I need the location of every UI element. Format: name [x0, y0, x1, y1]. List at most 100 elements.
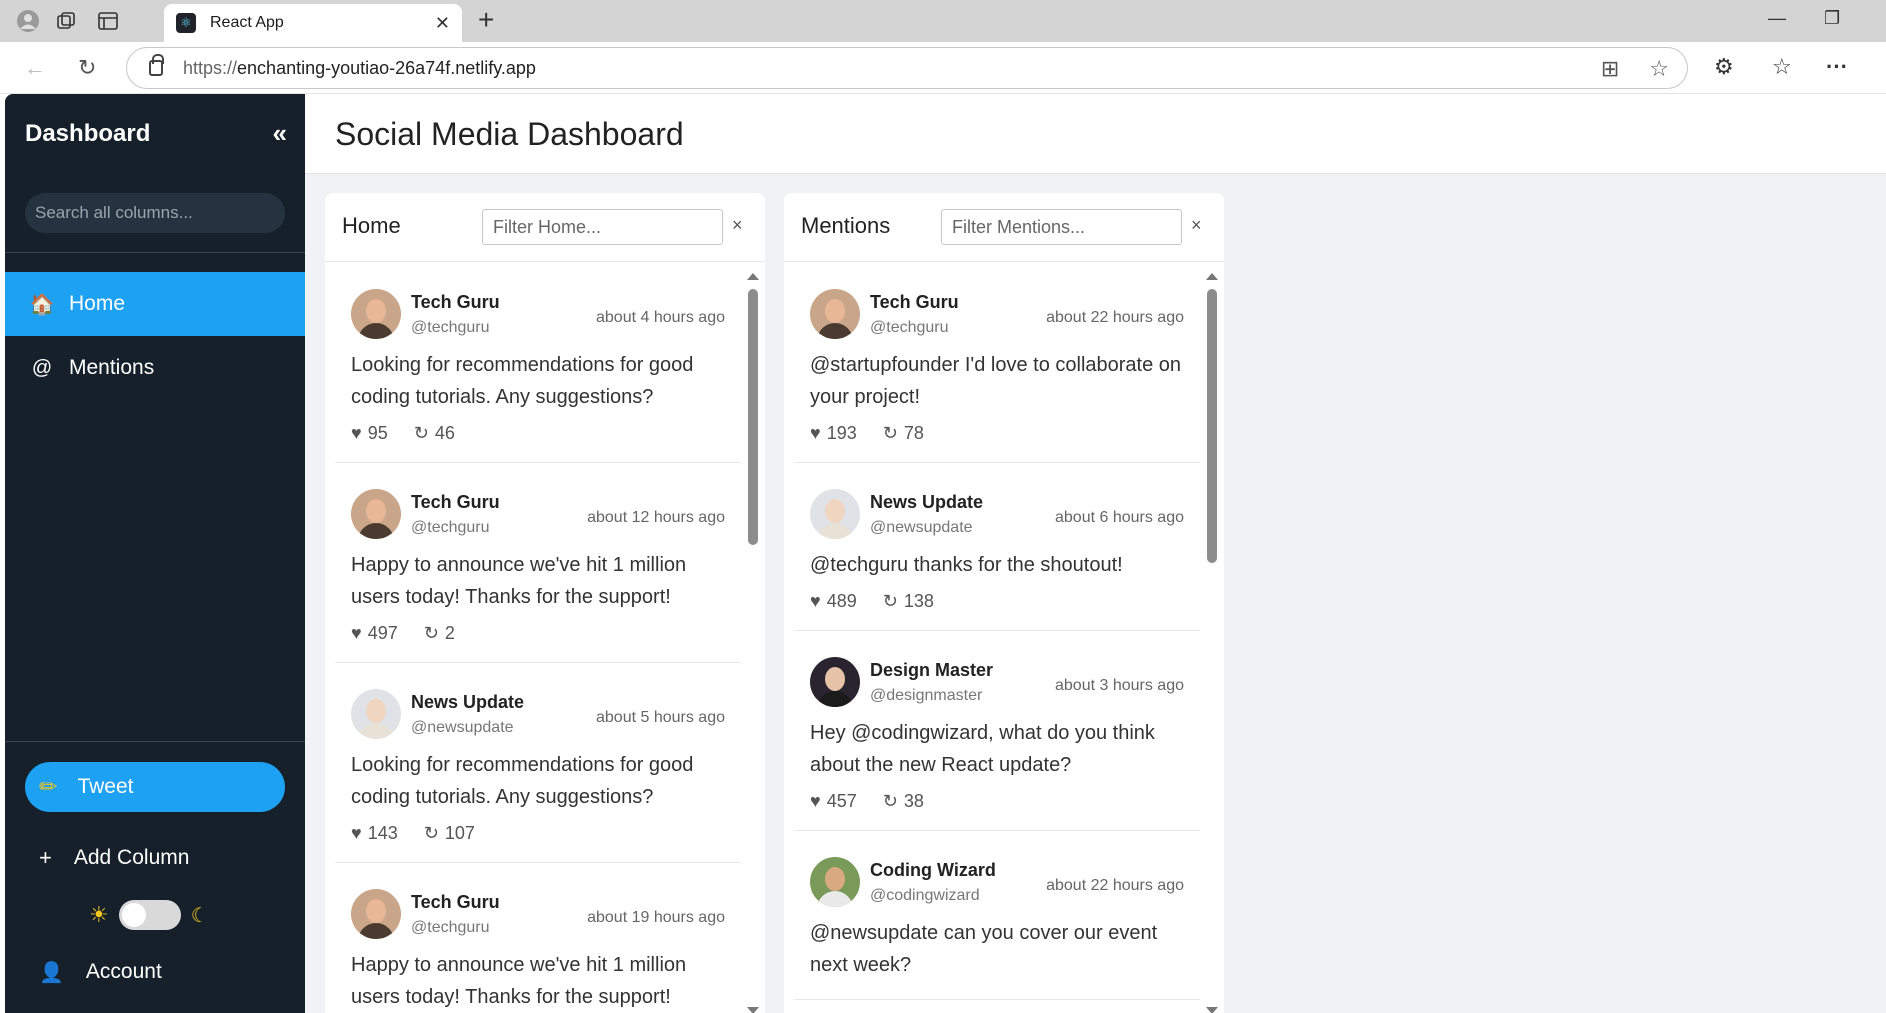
post-card[interactable]: Design Master @designmaster about 3 hours …	[794, 631, 1200, 831]
post-author-name[interactable]: Coding Wizard	[870, 859, 1046, 881]
post-author-handle[interactable]: @newsupdate	[870, 517, 1055, 539]
collapse-sidebar-icon[interactable]: «	[273, 118, 287, 149]
avatar[interactable]	[351, 489, 401, 539]
add-column-label: Add Column	[73, 846, 190, 869]
profile-icon[interactable]	[16, 9, 40, 33]
post-card[interactable]: Tech Guru @techguru about 12 hours ago Happ…	[335, 463, 741, 663]
search-all-columns-input[interactable]	[25, 193, 285, 233]
at-icon: @	[31, 356, 53, 379]
post-card[interactable]: News Update @newsupdate about 6 hours ago @…	[794, 463, 1200, 631]
restore-icon[interactable]: ❐	[1824, 8, 1840, 29]
extensions-icon[interactable]: ⚙	[1714, 54, 1734, 80]
retweet-button[interactable]: ↻ 38	[883, 791, 924, 812]
post-card[interactable]: Tech Guru @techguru about 4 hours ago Looki…	[335, 263, 741, 463]
post-timestamp: about 12 hours ago	[587, 509, 725, 526]
tweet-button-label: Tweet	[77, 775, 134, 798]
browser-tab[interactable]: ⚛ React App ✕	[164, 4, 462, 42]
column-header: Home ×	[325, 193, 765, 262]
scrollbar-thumb[interactable]	[1207, 289, 1217, 563]
post-author-name[interactable]: Tech Guru	[411, 291, 596, 313]
post-card[interactable]: Tech Guru @techguru about 19 hours ago Happ…	[335, 863, 741, 1013]
close-tab-icon[interactable]: ✕	[435, 13, 450, 34]
post-card[interactable]: Tech Guru @techguru about 22 hours ago @sta…	[794, 263, 1200, 463]
favorite-star-icon[interactable]: ☆	[1649, 56, 1669, 82]
sidebar-item-mentions[interactable]: @ Mentions	[5, 336, 305, 400]
post-author-handle[interactable]: @techguru	[870, 317, 1046, 339]
retweet-button[interactable]: ↻ 46	[414, 423, 455, 444]
post-author-handle[interactable]: @techguru	[411, 917, 587, 939]
avatar[interactable]	[810, 857, 860, 907]
post-author-name[interactable]: Tech Guru	[411, 491, 587, 513]
post-author-name[interactable]: News Update	[870, 491, 1055, 513]
avatar[interactable]	[351, 289, 401, 339]
retweet-button[interactable]: ↻ 2	[424, 623, 455, 644]
column-title: Home	[342, 213, 401, 238]
post-card[interactable]: Coding Wizard @codingwizard about 22 hours…	[794, 831, 1200, 1000]
apps-icon[interactable]: ⊞	[1601, 56, 1619, 82]
post-author-handle[interactable]: @designmaster	[870, 685, 1055, 707]
scrollbar-thumb[interactable]	[748, 289, 758, 545]
post-stats: ♥ 497 ↻ 2	[351, 623, 725, 644]
heart-icon: ♥	[810, 423, 821, 443]
post-author-handle[interactable]: @techguru	[411, 517, 587, 539]
retweet-button[interactable]: ↻ 138	[883, 591, 934, 612]
scroll-up-arrow-icon[interactable]	[747, 273, 759, 280]
react-favicon-icon: ⚛	[176, 13, 196, 33]
post-author-handle[interactable]: @techguru	[411, 317, 596, 339]
like-button[interactable]: ♥ 143	[351, 823, 398, 844]
tweet-button[interactable]: ✏ Tweet	[25, 762, 285, 812]
column-filter-input[interactable]	[482, 209, 723, 245]
avatar[interactable]	[810, 289, 860, 339]
scroll-up-arrow-icon[interactable]	[1206, 273, 1218, 280]
post-author-handle[interactable]: @codingwizard	[870, 885, 1046, 907]
post-text: Happy to announce we've hit 1 million us…	[351, 954, 687, 1008]
tab-actions-icon[interactable]	[96, 9, 120, 33]
reload-icon[interactable]: ↻	[78, 55, 96, 81]
theme-toggle[interactable]	[118, 900, 181, 930]
post-author-name[interactable]: News Update	[411, 691, 596, 713]
like-button[interactable]: ♥ 489	[810, 591, 857, 612]
close-column-icon[interactable]: ×	[732, 215, 743, 236]
sidebar-item-home[interactable]: 🏠 Home	[5, 272, 305, 336]
retweet-count: 46	[434, 423, 455, 443]
address-bar[interactable]: https://enchanting-youtiao-26a74f.netlif…	[126, 47, 1688, 89]
favorites-icon[interactable]: ☆	[1772, 54, 1792, 80]
scroll-down-arrow-icon[interactable]	[747, 1007, 759, 1013]
more-menu-icon[interactable]: ···	[1826, 54, 1848, 80]
retweet-button[interactable]: ↻ 107	[424, 823, 475, 844]
retweet-button[interactable]: ↻ 78	[883, 423, 924, 444]
scroll-down-arrow-icon[interactable]	[1206, 1007, 1218, 1013]
add-column-button[interactable]: + Add Column	[25, 836, 285, 880]
heart-icon: ♥	[810, 591, 821, 611]
minimize-icon[interactable]: —	[1768, 8, 1786, 29]
post-author-name[interactable]: Design Master	[870, 659, 1055, 681]
address-bar-row: ← ↻ https://enchanting-youtiao-26a74f.ne…	[0, 42, 1886, 94]
avatar[interactable]	[351, 889, 401, 939]
column-filter-input[interactable]	[941, 209, 1182, 245]
avatar[interactable]	[351, 689, 401, 739]
post-author-handle[interactable]: @newsupdate	[411, 717, 596, 739]
like-button[interactable]: ♥ 193	[810, 423, 857, 444]
like-button[interactable]: ♥ 497	[351, 623, 398, 644]
account-button[interactable]: 👤 Account	[25, 950, 162, 994]
theme-switch-row: ☀ ☾	[89, 900, 209, 930]
toggle-knob	[121, 903, 146, 927]
retweet-count: 2	[444, 623, 455, 643]
heart-icon: ♥	[351, 623, 362, 643]
close-column-icon[interactable]: ×	[1191, 215, 1202, 236]
post-author-name[interactable]: Tech Guru	[870, 291, 1046, 313]
column-header: Mentions ×	[784, 193, 1224, 262]
back-icon[interactable]: ←	[24, 55, 46, 81]
post-text: @techguru thanks for the shoutout!	[810, 554, 1123, 576]
avatar[interactable]	[810, 489, 860, 539]
like-button[interactable]: ♥ 95	[351, 423, 388, 444]
column-title: Mentions	[801, 213, 891, 238]
new-tab-icon[interactable]: +	[478, 6, 494, 34]
lock-icon[interactable]	[149, 54, 164, 76]
workspaces-icon[interactable]	[54, 9, 78, 33]
post-author-name[interactable]: Tech Guru	[411, 891, 587, 913]
url-text[interactable]: https://enchanting-youtiao-26a74f.netlif…	[183, 58, 536, 79]
like-button[interactable]: ♥ 457	[810, 791, 857, 812]
post-card[interactable]: News Update @newsupdate about 5 hours ago L…	[335, 663, 741, 863]
avatar[interactable]	[810, 657, 860, 707]
